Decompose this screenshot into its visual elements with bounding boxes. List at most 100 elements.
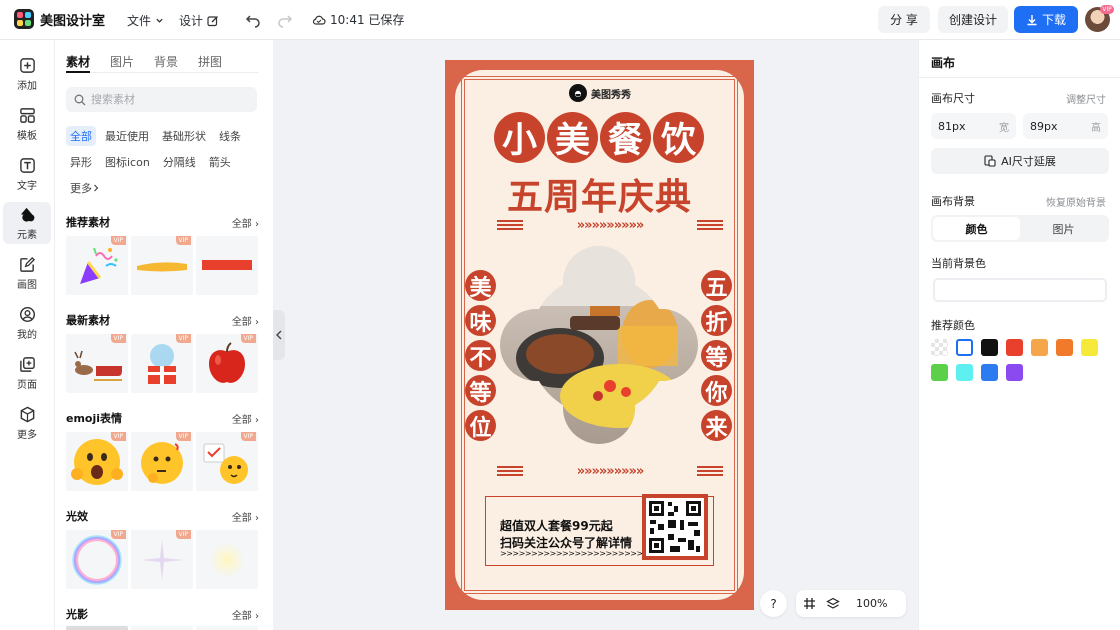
food-photo (500, 246, 698, 444)
user-icon (19, 306, 35, 322)
chip-all[interactable]: 全部 (66, 126, 96, 146)
see-all-link[interactable]: 全部 › (232, 215, 259, 230)
material-tile[interactable]: VIP (131, 530, 193, 589)
chip-lines[interactable]: 线条 (215, 126, 245, 146)
create-design-button[interactable]: 创建设计 (938, 6, 1008, 33)
swatch-orange[interactable] (1056, 339, 1073, 356)
rail-item-elements[interactable]: 元素 (3, 202, 51, 244)
see-all-link[interactable]: 全部 › (232, 607, 259, 622)
zoom-level[interactable]: 100% (856, 597, 887, 610)
offer-line-1: 超值双人套餐99元起 (500, 519, 613, 533)
material-tile[interactable] (131, 626, 193, 630)
material-tile[interactable]: VIP (66, 334, 128, 393)
rail-item-page[interactable]: 页面 (3, 352, 51, 394)
material-tile[interactable]: VIP (66, 236, 128, 295)
material-tile[interactable] (66, 626, 128, 630)
swatch-transparent[interactable] (931, 339, 948, 356)
slogan-char: 味 (465, 305, 496, 336)
width-field[interactable]: 81px 宽 (931, 113, 1016, 139)
material-tile[interactable]: VIP (196, 432, 258, 491)
download-button[interactable]: 下载 (1014, 6, 1078, 33)
rail-item-text[interactable]: 文字 (3, 153, 51, 195)
poster-brand: ◓ 美图秀秀 (567, 82, 638, 104)
swatch-light-orange[interactable] (1031, 339, 1048, 356)
brand-logo-icon: ◓ (569, 84, 587, 102)
material-tile[interactable]: VIP (131, 236, 193, 295)
material-tile[interactable]: VIP (131, 334, 193, 393)
rail-label-add: 添加 (17, 80, 37, 92)
rail-item-more[interactable]: 更多 (3, 402, 51, 444)
swatch-purple[interactable] (1006, 364, 1023, 381)
layers-icon[interactable] (826, 597, 840, 611)
file-menu[interactable]: 文件 (127, 12, 164, 29)
search-input[interactable] (91, 93, 241, 106)
chip-irregular[interactable]: 异形 (66, 152, 96, 172)
tab-image[interactable]: 图片 (1020, 217, 1107, 240)
deco-lines (497, 220, 523, 230)
redo-icon[interactable] (277, 12, 293, 28)
help-label: ? (770, 596, 777, 611)
reset-bg-link[interactable]: 恢复原始背景 (1046, 194, 1106, 209)
tab-collage[interactable]: 拼图 (198, 53, 222, 73)
material-tile[interactable]: VIP (66, 432, 128, 491)
chip-basic-shapes[interactable]: 基础形状 (158, 126, 210, 146)
tab-backgrounds[interactable]: 背景 (154, 53, 178, 73)
share-button[interactable]: 分 享 (878, 6, 930, 33)
offer-arrows: >>>>>>>>>>>>>>>>>>>>>>>>>> (500, 549, 662, 558)
chip-more[interactable]: 更多 (66, 178, 104, 198)
see-all-link[interactable]: 全部 › (232, 313, 259, 328)
swatch-blue[interactable] (981, 364, 998, 381)
rail-item-draw[interactable]: 画图 (3, 252, 51, 294)
material-tile[interactable] (196, 626, 258, 630)
rail-item-add[interactable]: 添加 (3, 53, 51, 95)
swatch-white[interactable] (956, 339, 973, 356)
ai-extend-button[interactable]: AI尺寸延展 (931, 148, 1109, 174)
height-field[interactable]: 89px 高 (1023, 113, 1108, 139)
rail-label-page: 页面 (17, 379, 37, 391)
chip-recent[interactable]: 最近使用 (101, 126, 153, 146)
undo-icon[interactable] (245, 12, 261, 28)
collapse-panel-handle[interactable] (273, 310, 285, 360)
see-all-link[interactable]: 全部 › (232, 411, 259, 426)
design-canvas[interactable]: ◓ 美图秀秀 小 美 餐 饮 五周年庆典 »»»»»»»»» 美 味 不 等 位… (445, 60, 754, 610)
chip-arrows[interactable]: 箭头 (205, 152, 235, 172)
material-tile[interactable]: VIP (196, 334, 258, 393)
swatch-black[interactable] (981, 339, 998, 356)
rail-item-mine[interactable]: 我的 (3, 302, 51, 344)
material-tile[interactable] (196, 236, 258, 295)
material-tile[interactable] (196, 530, 258, 589)
app-logo[interactable]: 美图设计室 (14, 9, 105, 29)
color-swatches (931, 339, 1111, 381)
glow-icon (209, 542, 245, 578)
corner-ornament (716, 70, 744, 98)
grid-icon[interactable] (803, 597, 816, 610)
chip-icons[interactable]: 图标icon (101, 152, 154, 172)
tab-materials[interactable]: 素材 (66, 53, 91, 73)
vip-badge: VIP (110, 530, 126, 539)
see-all-link[interactable]: 全部 › (232, 509, 259, 524)
chip-dividers[interactable]: 分隔线 (159, 152, 200, 172)
material-tile[interactable]: VIP (66, 530, 128, 589)
swatch-yellow[interactable] (1081, 339, 1098, 356)
rail-item-template[interactable]: 模板 (3, 103, 51, 145)
tab-color[interactable]: 颜色 (933, 217, 1020, 240)
title-char: 餐 (600, 112, 651, 163)
swatch-green[interactable] (931, 364, 948, 381)
resize-link[interactable]: 调整尺寸 (1066, 91, 1106, 106)
section-header: 光影 全部 › (66, 606, 259, 622)
poster-brand-text: 美图秀秀 (591, 89, 631, 101)
edit-square-icon (207, 15, 218, 26)
tab-images[interactable]: 图片 (110, 53, 134, 73)
help-button[interactable]: ? (760, 590, 787, 617)
swatch-cyan[interactable] (956, 364, 973, 381)
logo-icon (14, 9, 34, 29)
material-tile[interactable]: VIP (131, 432, 193, 491)
width-unit: 宽 (999, 122, 1009, 134)
swatch-red[interactable] (1006, 339, 1023, 356)
design-menu[interactable]: 设计 (179, 12, 219, 29)
search-box[interactable] (66, 87, 257, 112)
section-title: 推荐素材 (66, 216, 110, 229)
current-color-field[interactable] (933, 278, 1107, 302)
properties-panel: 画布 画布尺寸 调整尺寸 81px 宽 89px 高 AI尺寸延展 画布背景 恢… (918, 40, 1120, 630)
vip-badge: VIP (175, 236, 191, 245)
